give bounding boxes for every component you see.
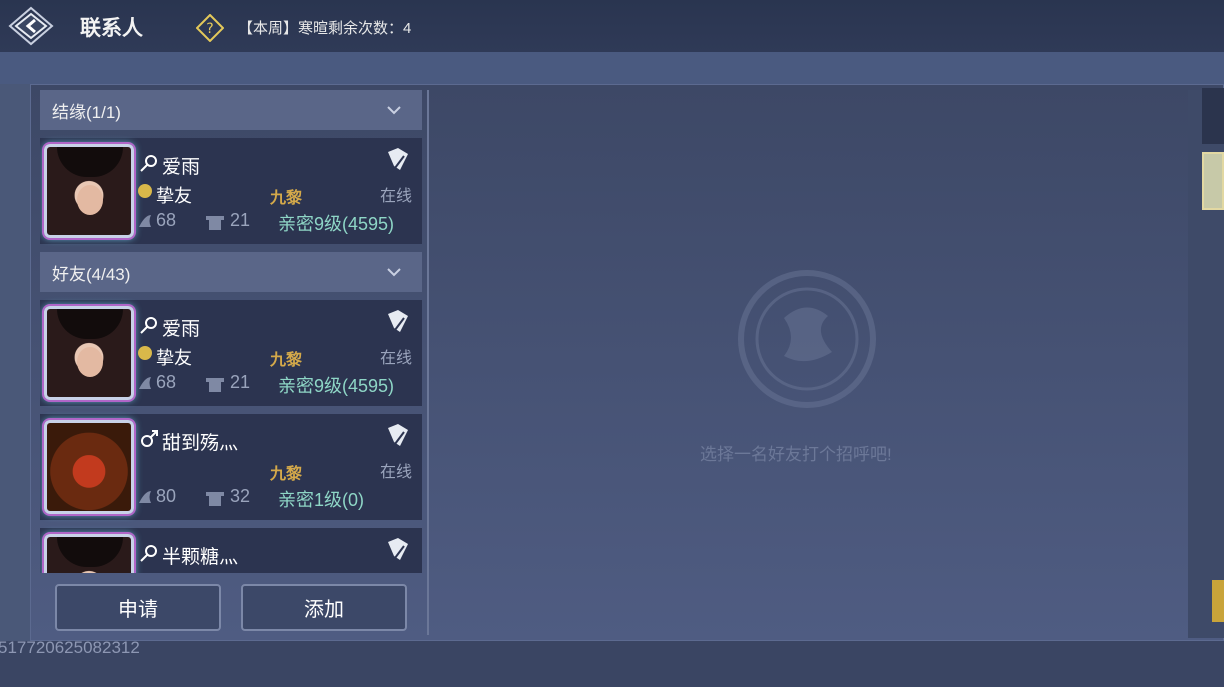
- level-icon: [139, 491, 151, 503]
- empty-state-text: 选择一名好友打个招呼吧!: [700, 445, 892, 464]
- guild-label: 九黎: [270, 190, 303, 207]
- level-icon: [139, 377, 151, 389]
- right-tab-selected[interactable]: [1202, 152, 1224, 210]
- empty-state-emblem-icon: [738, 270, 876, 408]
- apply-button[interactable]: 申请: [55, 584, 221, 631]
- column-divider: [427, 90, 429, 635]
- house-icon: [206, 378, 224, 392]
- house-icon: [206, 216, 224, 230]
- svg-text:?: ?: [206, 21, 213, 37]
- top-bar: [0, 0, 1224, 52]
- chat-icon[interactable]: [384, 422, 412, 450]
- house-value: 21: [230, 372, 251, 392]
- relation-label: 挚友: [156, 348, 192, 368]
- section-label: 结缘(1/1): [52, 102, 121, 122]
- contact-card[interactable]: 甜到殇灬 九黎 在线 80 32 亲密1级(0): [40, 414, 422, 520]
- contact-list[interactable]: 结缘(1/1) 爱雨 挚友 九黎 在线 68 21 亲密9级(4595) 好友(…: [40, 90, 424, 573]
- relation-icon: [138, 184, 152, 198]
- page-title: 联系人: [80, 17, 143, 40]
- relation-icon: [138, 346, 152, 360]
- female-icon: [140, 545, 157, 562]
- chat-icon[interactable]: [384, 146, 412, 174]
- chevron-down-icon: [387, 106, 401, 115]
- guild-label: 九黎: [270, 466, 303, 483]
- status-text: 在线: [379, 188, 412, 205]
- intimacy-label: 亲密1级(0): [278, 490, 365, 510]
- contact-name: 甜到殇灬: [162, 433, 239, 454]
- chevron-down-icon: [387, 268, 401, 277]
- contact-name: 半颗糖灬: [162, 547, 239, 568]
- level-value: 68: [156, 372, 177, 392]
- question-icon[interactable]: ?: [196, 14, 224, 42]
- section-header-friends[interactable]: 好友(4/43): [40, 252, 422, 292]
- add-button[interactable]: 添加: [241, 584, 407, 631]
- guild-label: 九黎: [270, 352, 303, 369]
- contact-card[interactable]: 爱雨 挚友 九黎 在线 68 21 亲密9级(4595): [40, 138, 422, 244]
- right-accent: [1212, 580, 1224, 622]
- chat-icon[interactable]: [384, 308, 412, 336]
- female-icon: [140, 155, 157, 172]
- house-icon: [206, 492, 224, 506]
- avatar: [44, 306, 134, 400]
- uid-watermark: 517720625082312: [0, 638, 140, 657]
- avatar: [44, 144, 134, 238]
- bottom-bar: [0, 641, 1224, 687]
- level-icon: [139, 215, 151, 227]
- contact-card[interactable]: 半颗糖灬: [40, 528, 422, 573]
- section-header-bond[interactable]: 结缘(1/1): [40, 90, 422, 130]
- greet-remaining-text: 【本周】寒暄剩余次数：4: [238, 20, 412, 37]
- back-arrow-icon: [8, 6, 54, 46]
- contact-card[interactable]: 爱雨 挚友 九黎 在线 68 21 亲密9级(4595): [40, 300, 422, 406]
- contact-name: 爱雨: [162, 157, 201, 178]
- intimacy-label: 亲密9级(4595): [278, 376, 395, 396]
- back-button[interactable]: [0, 0, 62, 52]
- status-text: 在线: [379, 350, 412, 367]
- header-band: [0, 52, 1224, 84]
- male-icon: [141, 430, 158, 447]
- chat-icon[interactable]: [384, 536, 412, 564]
- status-text: 在线: [379, 464, 412, 481]
- house-value: 21: [230, 210, 251, 230]
- section-label: 好友(4/43): [52, 264, 131, 284]
- avatar: [44, 534, 134, 573]
- right-tab[interactable]: [1202, 88, 1224, 144]
- contact-name: 爱雨: [162, 319, 201, 340]
- avatar: [44, 420, 134, 514]
- intimacy-label: 亲密9级(4595): [278, 214, 395, 234]
- level-value: 68: [156, 210, 177, 230]
- level-value: 80: [156, 486, 177, 506]
- female-icon: [140, 317, 157, 334]
- house-value: 32: [230, 486, 251, 506]
- relation-label: 挚友: [156, 186, 192, 206]
